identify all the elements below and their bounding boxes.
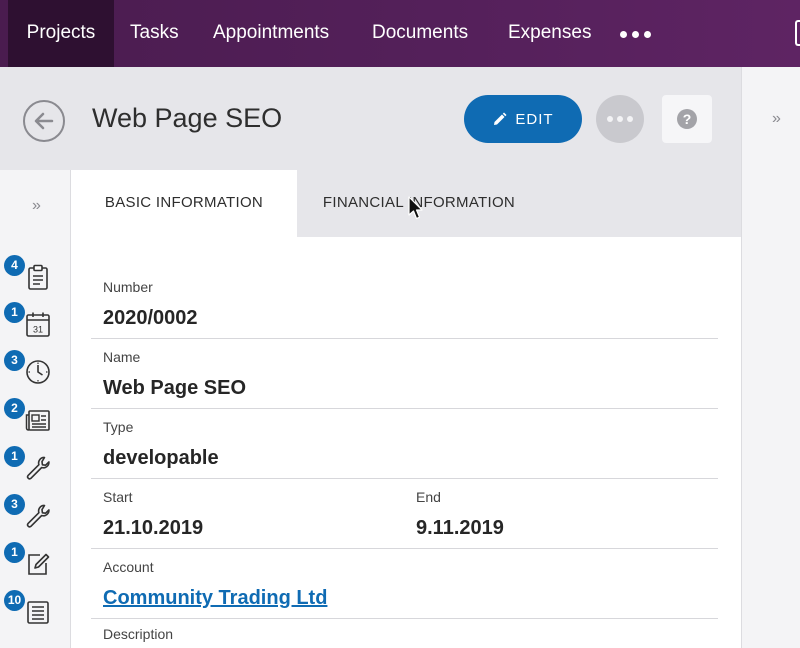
sidebar-item-appointments[interactable]: 1 31 xyxy=(0,302,71,342)
end-value: 9.11.2019 xyxy=(416,517,504,539)
divider xyxy=(91,408,718,409)
number-value: 2020/0002 xyxy=(103,307,198,329)
count-badge: 1 xyxy=(4,446,25,467)
clock-icon xyxy=(26,360,50,384)
more-actions-button[interactable] xyxy=(596,95,644,143)
account-link[interactable]: Community Trading Ltd xyxy=(103,587,327,610)
sidebar-item-notes[interactable]: 1 xyxy=(0,542,71,582)
description-label: Description xyxy=(103,626,174,642)
top-navigation: Projects Tasks Appointments Documents Ex… xyxy=(0,0,800,72)
calendar-icon: 31 xyxy=(26,312,50,337)
pencil-icon xyxy=(494,112,507,125)
edit-button[interactable]: EDIT xyxy=(464,95,582,143)
end-label: End xyxy=(416,489,441,505)
count-badge: 4 xyxy=(4,255,25,276)
tab-basic-information[interactable]: BASIC INFORMATION xyxy=(71,170,297,237)
divider xyxy=(91,338,718,339)
type-value: developable xyxy=(103,447,219,469)
calendar-day-text: 31 xyxy=(33,325,43,335)
back-button[interactable] xyxy=(23,100,65,142)
count-badge: 10 xyxy=(4,590,25,611)
panel-toggle-icon[interactable] xyxy=(795,20,800,46)
sidebar-item-tools[interactable]: 1 xyxy=(0,446,71,486)
clipboard-icon xyxy=(28,264,48,290)
count-badge: 1 xyxy=(4,542,25,563)
count-badge: 3 xyxy=(4,494,25,515)
nav-documents[interactable]: Documents xyxy=(372,0,468,67)
page-title: Web Page SEO xyxy=(92,103,283,133)
number-label: Number xyxy=(103,279,153,295)
nav-tasks[interactable]: Tasks xyxy=(130,0,179,67)
start-value: 21.10.2019 xyxy=(103,517,204,539)
nav-appointments[interactable]: Appointments xyxy=(213,0,329,67)
count-badge: 2 xyxy=(4,398,25,419)
page-header: Web Page SEO EDIT ? xyxy=(0,67,741,170)
help-icon: ? xyxy=(677,109,697,129)
name-label: Name xyxy=(103,349,141,365)
sidebar-item-documents[interactable]: 10 xyxy=(0,590,71,630)
detail-panel: Number 2020/0002 Name Web Page SEO Type … xyxy=(71,237,741,648)
more-horizontal-icon[interactable] xyxy=(620,24,651,44)
sidebar-item-news[interactable]: 2 xyxy=(0,398,71,438)
name-value: Web Page SEO xyxy=(103,377,247,399)
sidebar-item-time[interactable]: 3 xyxy=(0,350,71,390)
type-label: Type xyxy=(103,419,134,435)
account-label: Account xyxy=(103,559,154,575)
sidebar-item-service[interactable]: 3 xyxy=(0,494,71,534)
edit-label: EDIT xyxy=(515,110,554,128)
newspaper-icon xyxy=(25,410,50,431)
wrench-icon xyxy=(26,456,50,480)
left-sidebar: » 4 1 31 3 2 1 3 1 10 xyxy=(0,170,71,648)
edit-document-icon xyxy=(28,553,50,575)
divider xyxy=(91,548,718,549)
tab-bar: BASIC INFORMATION FINANCIAL INFORMATION xyxy=(71,170,741,237)
count-badge: 1 xyxy=(4,302,25,323)
wrench-icon xyxy=(26,504,50,528)
expand-left-icon[interactable]: » xyxy=(32,197,41,215)
help-button[interactable]: ? xyxy=(662,95,712,143)
expand-right-icon[interactable]: » xyxy=(772,110,781,128)
nav-projects[interactable]: Projects xyxy=(8,0,114,72)
divider xyxy=(91,618,718,619)
divider xyxy=(91,478,718,479)
document-list-icon xyxy=(27,601,49,624)
count-badge: 3 xyxy=(4,350,25,371)
nav-expenses[interactable]: Expenses xyxy=(508,0,591,67)
mouse-cursor-icon xyxy=(408,196,423,220)
start-label: Start xyxy=(103,489,133,505)
sidebar-item-tasks[interactable]: 4 xyxy=(0,255,71,295)
arrow-left-icon xyxy=(34,112,54,130)
right-panel: » xyxy=(741,67,800,648)
